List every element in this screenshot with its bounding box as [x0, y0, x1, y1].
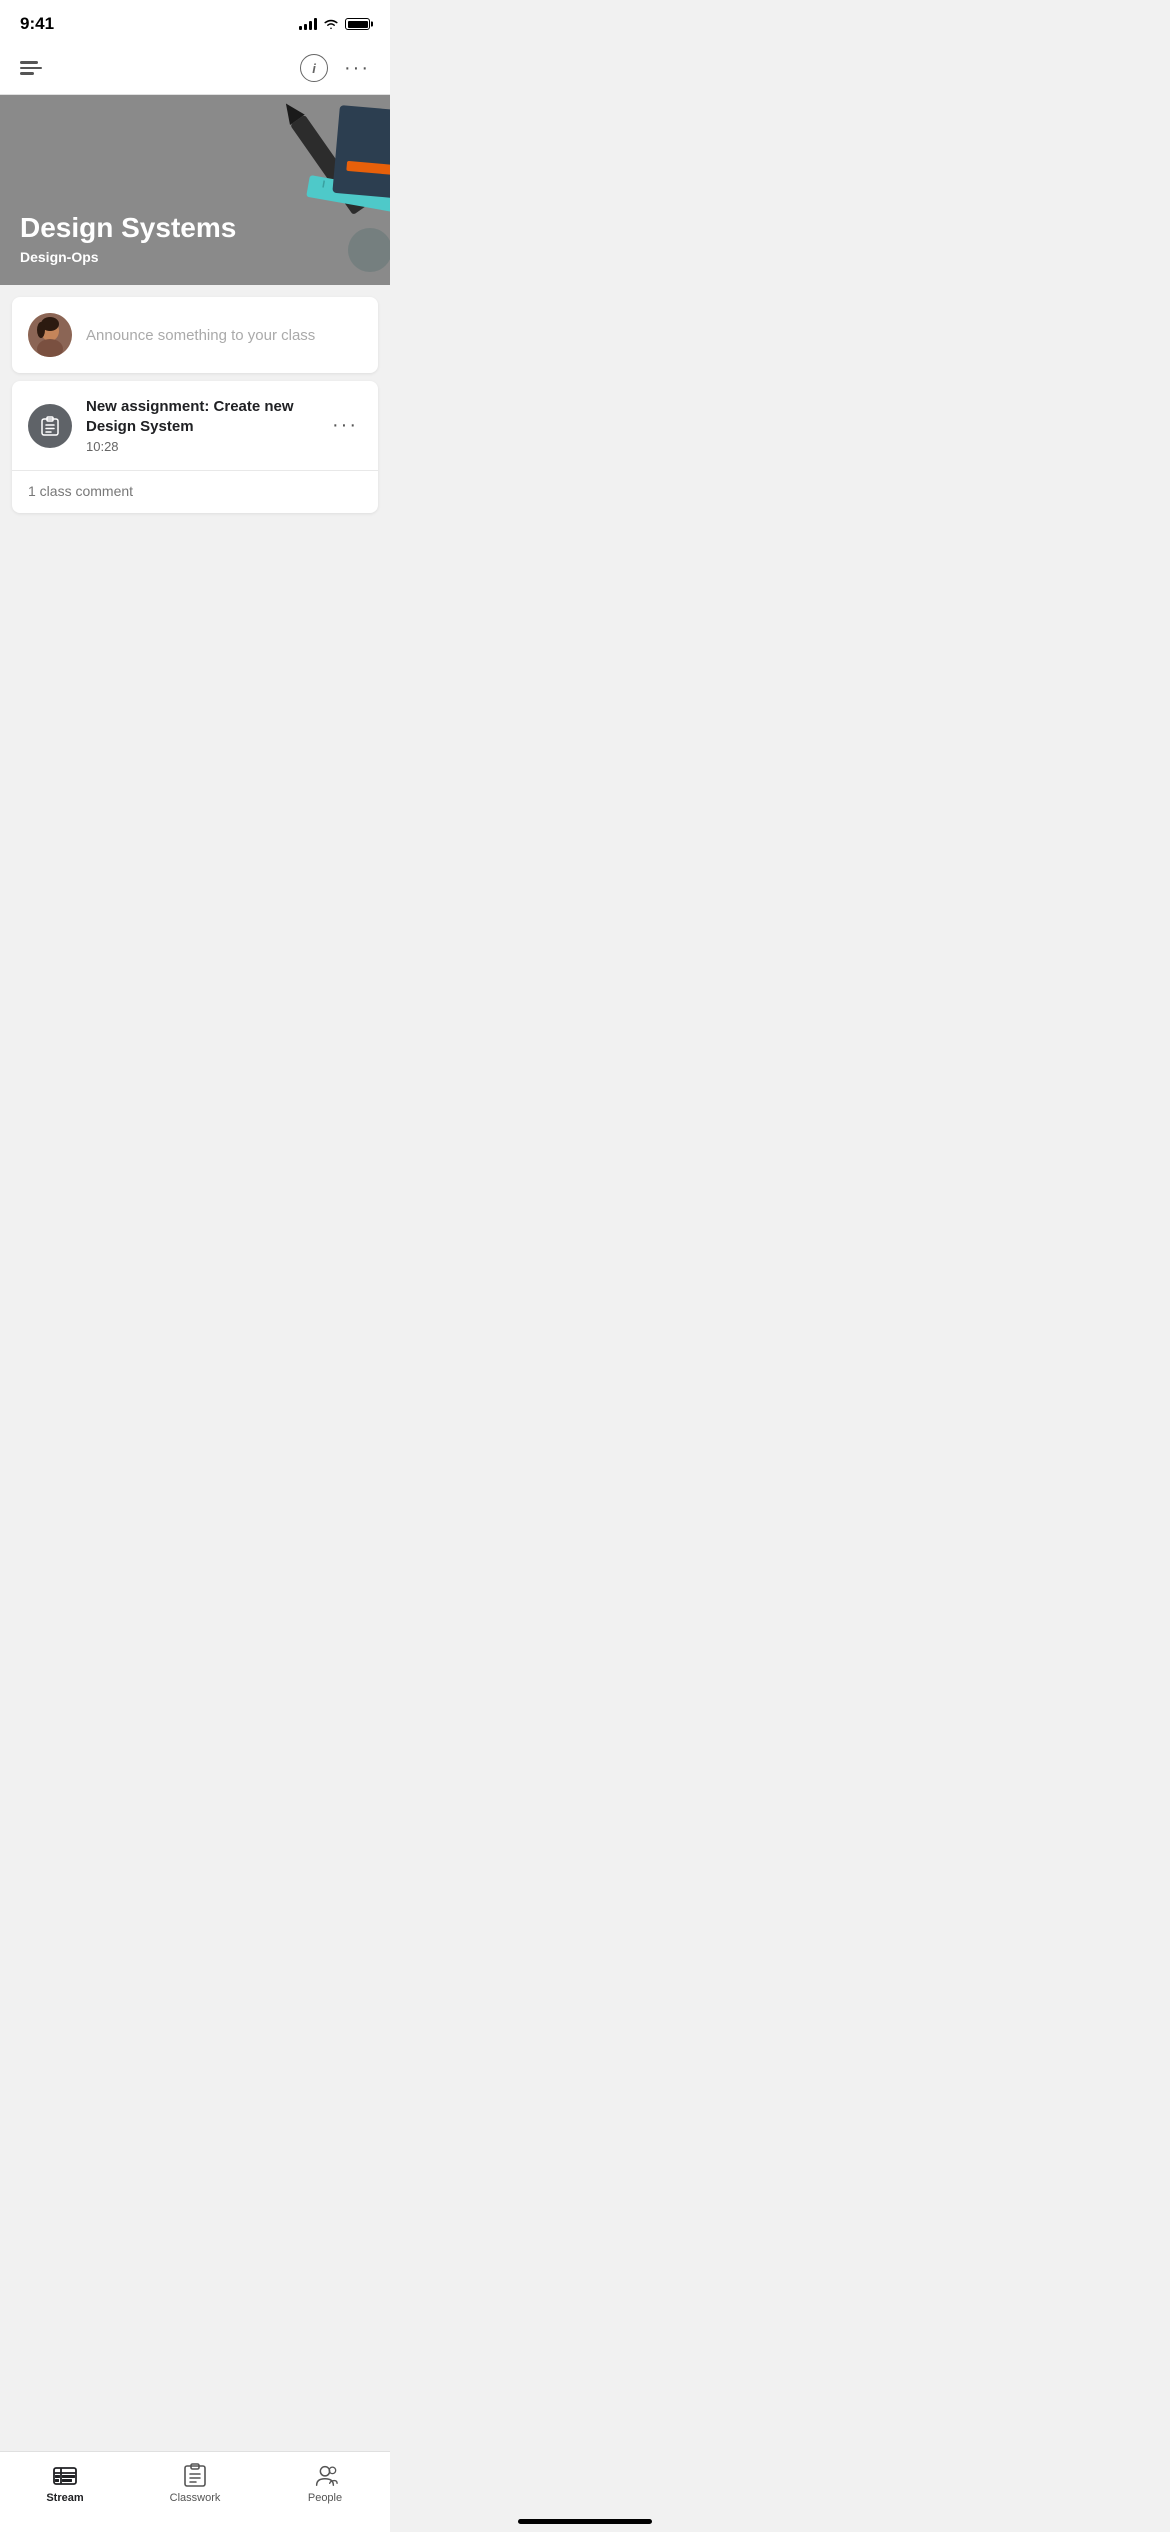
assignment-info: New assignment: Create new Design System…: [86, 397, 314, 454]
status-bar: 9:41: [0, 0, 390, 42]
announce-text: Announce something to your class: [86, 327, 315, 344]
menu-icon[interactable]: [16, 57, 46, 79]
hero-banner: Design Systems Design-Ops: [0, 95, 390, 285]
wifi-icon: [323, 18, 339, 30]
top-nav: i ···: [0, 42, 390, 95]
status-icons: [299, 18, 370, 30]
nav-item-classwork[interactable]: Classwork: [130, 2462, 260, 2504]
hero-content: Design Systems Design-Ops: [20, 211, 236, 265]
home-indicator: [518, 2519, 652, 2524]
status-time: 9:41: [20, 14, 54, 34]
assignment-more-button[interactable]: ···: [328, 410, 362, 441]
nav-item-people[interactable]: People: [260, 2462, 390, 2504]
hero-title: Design Systems: [20, 211, 236, 245]
signal-icon: [299, 18, 317, 30]
people-icon: [312, 2462, 338, 2488]
classwork-icon: [182, 2462, 208, 2488]
comment-count: 1 class comment: [28, 483, 133, 499]
battery-icon: [345, 18, 370, 30]
avatar: [28, 313, 72, 357]
people-label: People: [308, 2492, 342, 2504]
assignment-header: New assignment: Create new Design System…: [12, 381, 378, 470]
assignment-footer: 1 class comment: [12, 470, 378, 513]
assignment-card: New assignment: Create new Design System…: [12, 381, 378, 513]
assignment-icon: [28, 404, 72, 448]
bottom-nav: Stream Classwork People: [0, 2451, 390, 2532]
hero-subtitle: Design-Ops: [20, 249, 236, 265]
clipboard-icon: [39, 415, 61, 437]
stream-icon: [52, 2462, 78, 2488]
more-options-button[interactable]: ···: [344, 57, 370, 80]
announce-card[interactable]: Announce something to your class: [12, 297, 378, 373]
stream-label: Stream: [46, 2492, 83, 2504]
nav-item-stream[interactable]: Stream: [0, 2462, 130, 2504]
classwork-label: Classwork: [170, 2492, 221, 2504]
info-button[interactable]: i: [300, 54, 328, 82]
nav-right: i ···: [300, 54, 370, 82]
assignment-title: New assignment: Create new Design System: [86, 397, 314, 436]
assignment-time: 10:28: [86, 439, 314, 454]
